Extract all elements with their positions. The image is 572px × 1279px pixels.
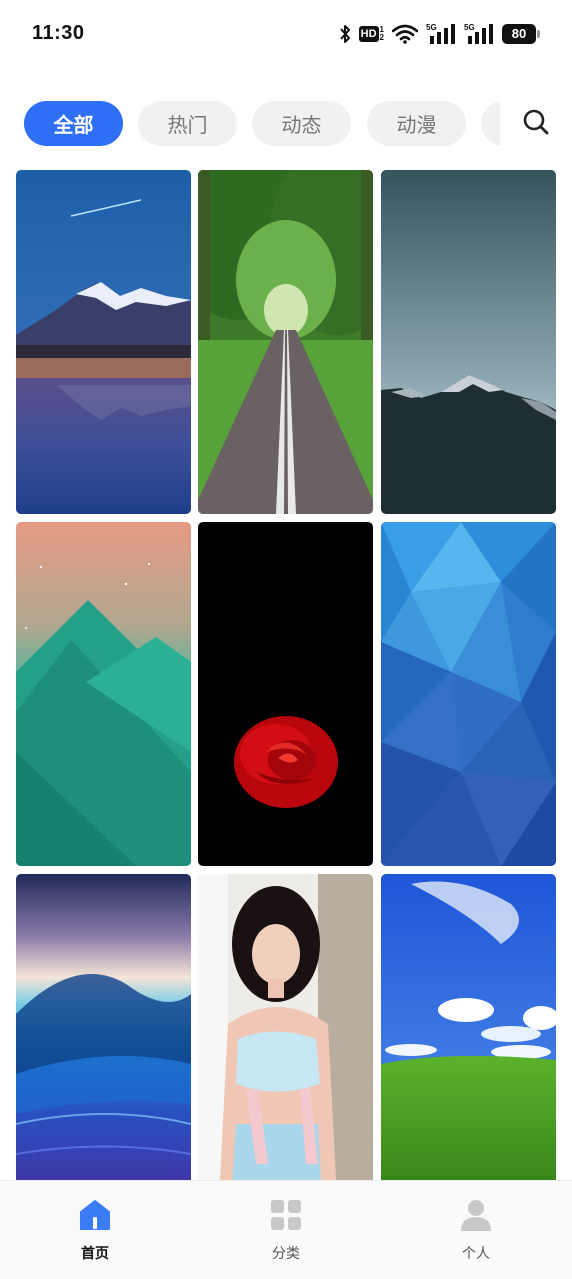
signal-5g-icon: 5G <box>426 23 456 45</box>
bottom-nav: 首页 分类 个人 <box>0 1180 572 1279</box>
nav-profile-label: 个人 <box>462 1246 490 1262</box>
wallpaper-portrait[interactable] <box>198 874 373 1218</box>
nav-category-label: 分类 <box>272 1246 300 1262</box>
wallpaper-blue-low-poly[interactable] <box>381 522 556 866</box>
tab-label: 动漫 <box>396 113 437 137</box>
nav-home-label: 首页 <box>81 1246 109 1262</box>
wallpaper-red-rose[interactable] <box>198 522 373 866</box>
status-time: 11:30 <box>32 22 85 44</box>
tab-all[interactable]: 全部 <box>24 101 123 146</box>
tab-label: 热门 <box>167 113 208 137</box>
hd-sub-bottom: 2 <box>379 33 384 42</box>
battery-icon: 80 <box>502 24 540 44</box>
wifi-icon <box>392 24 418 44</box>
wallpaper-mountain-peaks[interactable] <box>381 170 556 514</box>
category-icon <box>269 1199 303 1235</box>
profile-icon <box>459 1199 493 1235</box>
search-button[interactable] <box>500 101 572 147</box>
status-icons: HD 1 2 5G 5G 80 <box>339 22 540 46</box>
signal-5g-icon: 5G <box>464 23 494 45</box>
wallpaper-tree-road[interactable] <box>198 170 373 514</box>
status-bar: 11:30 HD 1 2 5G 5G 80 <box>0 0 572 70</box>
wallpaper-mountain-lake[interactable] <box>16 170 191 514</box>
wallpaper-blue-wave[interactable] <box>16 874 191 1218</box>
wallpaper-teal-mountains[interactable] <box>16 522 191 866</box>
tab-label: 全部 <box>53 113 94 137</box>
nav-profile[interactable]: 个人 <box>416 1199 536 1262</box>
home-icon <box>78 1199 112 1235</box>
bluetooth-icon <box>339 24 351 44</box>
tab-hot[interactable]: 热门 <box>138 101 237 146</box>
category-tabs: 全部 热门 动态 动漫 <box>0 101 572 147</box>
hd-icon: HD 1 2 <box>358 26 384 42</box>
wallpaper-green-hill[interactable] <box>381 874 556 1218</box>
tab-dynamic[interactable]: 动态 <box>252 101 351 146</box>
hd-label: HD <box>358 26 379 42</box>
tab-label: 动态 <box>281 113 322 137</box>
battery-level: 80 <box>511 26 527 41</box>
nav-category[interactable]: 分类 <box>226 1199 346 1262</box>
search-icon <box>522 108 550 140</box>
tab-anime[interactable]: 动漫 <box>367 101 466 146</box>
nav-home[interactable]: 首页 <box>35 1199 155 1262</box>
